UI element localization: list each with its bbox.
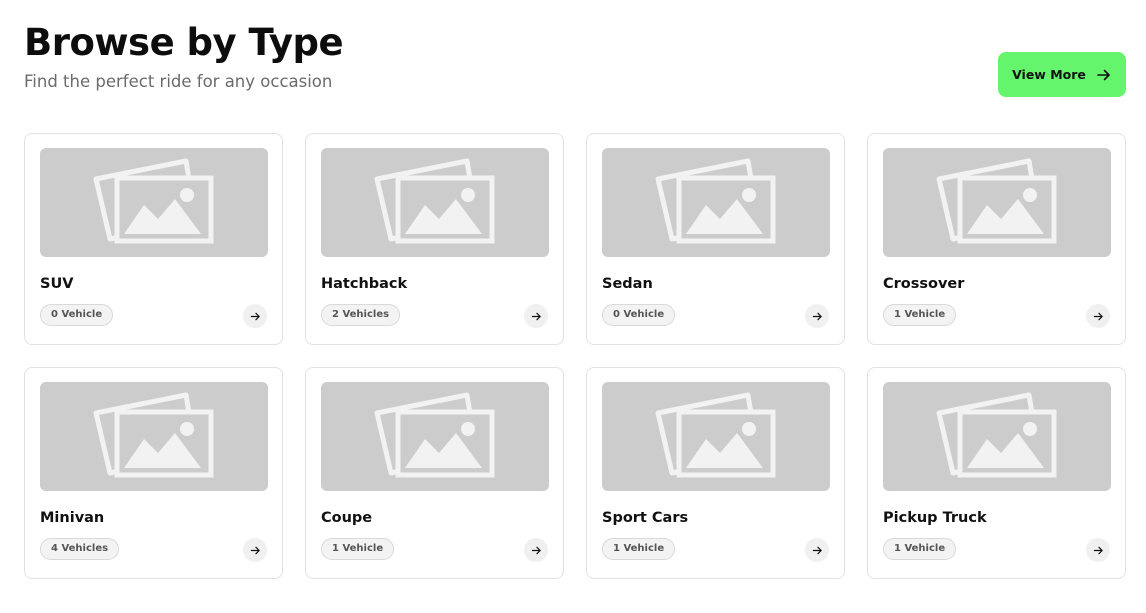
- vehicle-count-badge: 1 Vehicle: [883, 304, 957, 326]
- image-placeholder-icon: [374, 392, 495, 477]
- category-card-hatchback[interactable]: Hatchback 2 Vehicles: [305, 133, 564, 345]
- category-image: [602, 148, 830, 257]
- category-name: Sedan: [602, 276, 653, 292]
- arrow-right-icon: [1093, 312, 1103, 320]
- browse-by-type-section: Browse by Type Find the perfect ride for…: [0, 0, 1146, 613]
- vehicle-count-badge: 0 Vehicle: [602, 304, 676, 326]
- category-arrow-button[interactable]: [805, 304, 829, 328]
- image-placeholder-icon: [93, 392, 214, 477]
- category-card-pickup-truck[interactable]: Pickup Truck 1 Vehicle: [867, 367, 1126, 579]
- category-name: Coupe: [321, 510, 373, 526]
- arrow-right-icon: [1093, 546, 1103, 554]
- category-name: SUV: [40, 276, 74, 292]
- category-image: [883, 382, 1111, 491]
- arrow-right-icon: [250, 312, 260, 320]
- category-image: [321, 148, 549, 257]
- category-card-crossover[interactable]: Crossover 1 Vehicle: [867, 133, 1126, 345]
- vehicle-count-badge: 4 Vehicles: [40, 538, 120, 560]
- page-subtitle: Find the perfect ride for any occasion: [24, 72, 333, 91]
- image-placeholder-icon: [936, 392, 1057, 477]
- image-placeholder-icon: [93, 158, 214, 243]
- image-placeholder-icon: [655, 392, 776, 477]
- arrow-right-icon: [531, 546, 541, 554]
- category-grid: SUV 0 Vehicle Hatchback 2 Vehicles Sedan…: [24, 133, 1126, 579]
- category-image: [40, 382, 268, 491]
- view-more-button[interactable]: View More: [998, 52, 1126, 97]
- category-image: [40, 148, 268, 257]
- category-card-sport-cars[interactable]: Sport Cars 1 Vehicle: [586, 367, 845, 579]
- arrow-right-icon: [1097, 69, 1110, 80]
- arrow-right-icon: [250, 546, 260, 554]
- vehicle-count-badge: 1 Vehicle: [602, 538, 676, 560]
- category-card-suv[interactable]: SUV 0 Vehicle: [24, 133, 283, 345]
- category-name: Pickup Truck: [883, 510, 987, 526]
- category-card-minivan[interactable]: Minivan 4 Vehicles: [24, 367, 283, 579]
- category-image: [602, 382, 830, 491]
- category-image: [883, 148, 1111, 257]
- vehicle-count-badge: 2 Vehicles: [321, 304, 401, 326]
- category-name: Crossover: [883, 276, 965, 292]
- category-arrow-button[interactable]: [524, 304, 548, 328]
- arrow-right-icon: [531, 312, 541, 320]
- vehicle-count-badge: 1 Vehicle: [883, 538, 957, 560]
- category-name: Hatchback: [321, 276, 408, 292]
- image-placeholder-icon: [374, 158, 495, 243]
- vehicle-count-badge: 0 Vehicle: [40, 304, 114, 326]
- category-name: Minivan: [40, 510, 105, 526]
- category-name: Sport Cars: [602, 510, 689, 526]
- vehicle-count-badge: 1 Vehicle: [321, 538, 395, 560]
- category-arrow-button[interactable]: [805, 538, 829, 562]
- view-more-label: View More: [1012, 67, 1086, 82]
- page-title: Browse by Type: [24, 21, 344, 64]
- category-arrow-button[interactable]: [243, 538, 267, 562]
- image-placeholder-icon: [655, 158, 776, 243]
- category-arrow-button[interactable]: [243, 304, 267, 328]
- category-arrow-button[interactable]: [524, 538, 548, 562]
- category-arrow-button[interactable]: [1086, 304, 1110, 328]
- category-image: [321, 382, 549, 491]
- arrow-right-icon: [812, 546, 822, 554]
- category-arrow-button[interactable]: [1086, 538, 1110, 562]
- category-card-coupe[interactable]: Coupe 1 Vehicle: [305, 367, 564, 579]
- arrow-right-icon: [812, 312, 822, 320]
- category-card-sedan[interactable]: Sedan 0 Vehicle: [586, 133, 845, 345]
- image-placeholder-icon: [936, 158, 1057, 243]
